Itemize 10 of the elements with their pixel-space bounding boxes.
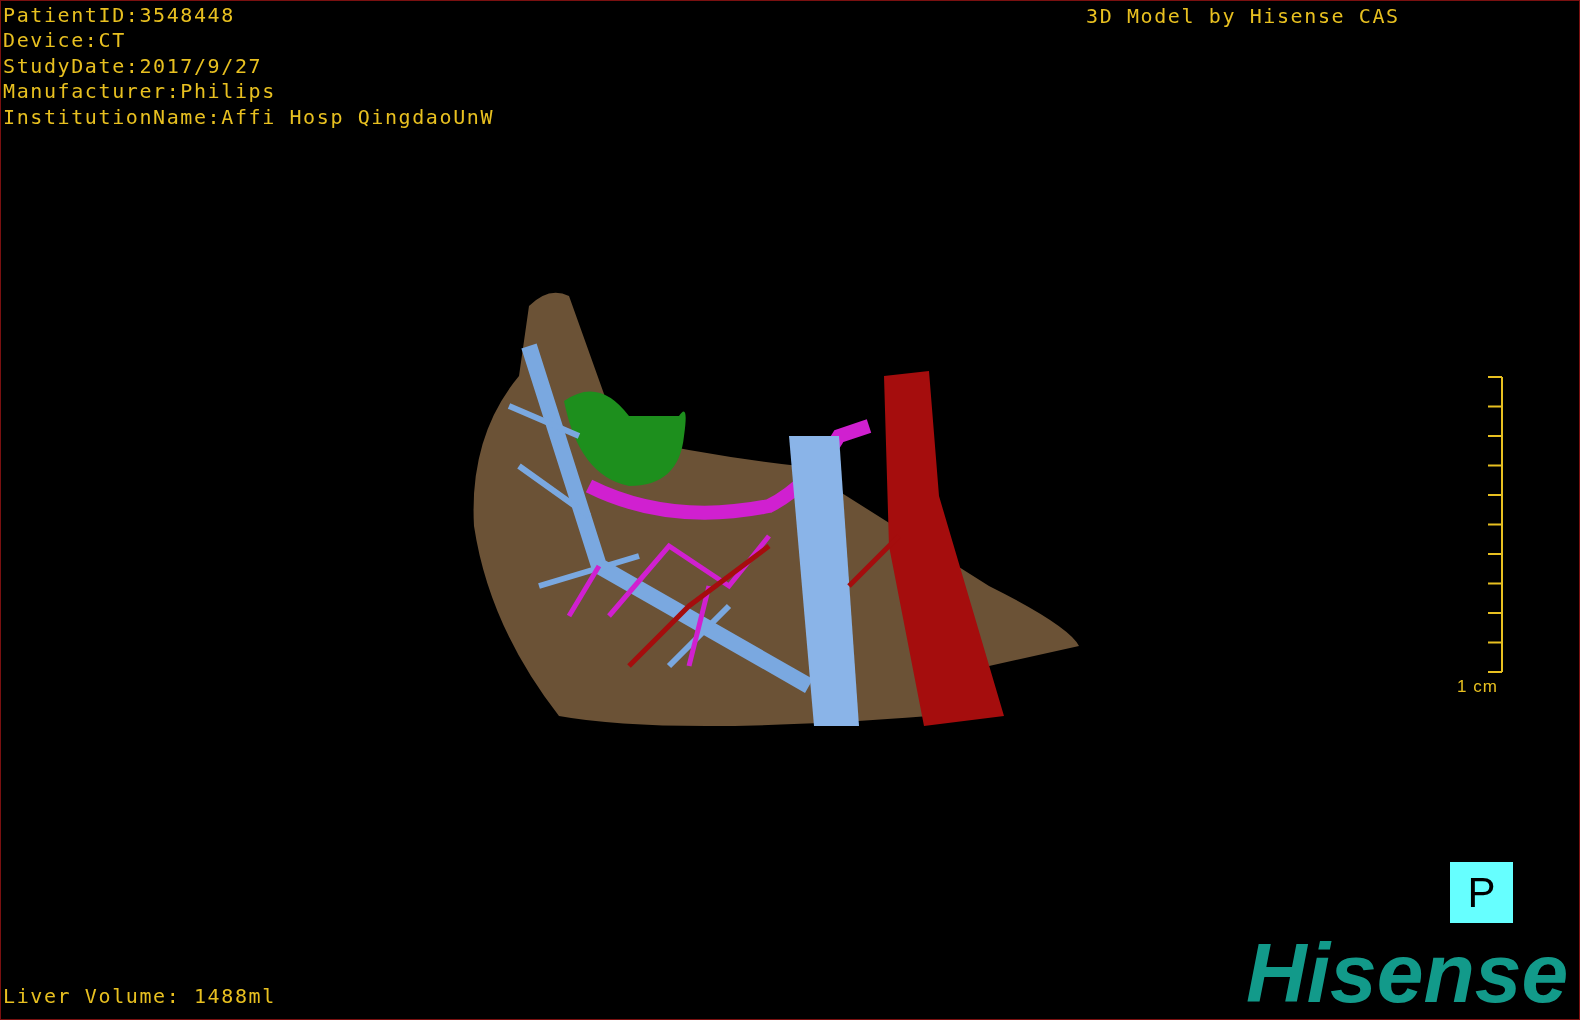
patient-info-text: InstitutionName:Affi Hosp QingdaoUnW	[3, 104, 495, 131]
patient-info-text: StudyDate:2017/9/27	[3, 53, 263, 80]
model-credit-text: 3D Model by Hisense CAS	[1086, 4, 1400, 28]
patient-info-text: PatientID:3548448	[3, 3, 235, 29]
logo: Hisense	[1246, 931, 1569, 1015]
patient-info-text: Device:CT	[3, 28, 126, 54]
patient-info-text: Manufacturer:Philips	[3, 79, 276, 105]
orientation-marker: P	[1450, 862, 1513, 923]
liver-volume-text: Liver Volume: 1488ml	[3, 984, 276, 1008]
scale-label: 1 cm	[1457, 677, 1498, 697]
